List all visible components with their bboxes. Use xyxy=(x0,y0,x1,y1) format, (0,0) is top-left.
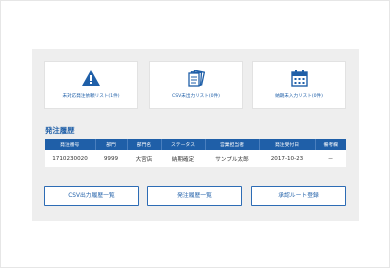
remarks-cell: － xyxy=(315,150,346,167)
card-label: CSV未出力リスト(0件) xyxy=(172,94,220,99)
calendar-icon xyxy=(290,70,308,87)
order-history-title: 発注履歴 xyxy=(45,126,75,135)
card-label: 未対応発注依頼リスト(1件) xyxy=(62,94,120,99)
csv-unexported-list-card[interactable]: CSV未出力リスト(0件) xyxy=(149,61,243,109)
column-header: 発注受付日 xyxy=(259,139,316,150)
order-number-cell[interactable]: 1710230020 xyxy=(45,150,95,167)
column-header: 部門 xyxy=(95,139,128,150)
app-window: 未対応発注依頼リスト(1件) CSV未出力リスト(0件) 納期未入力リスト(0件… xyxy=(0,0,390,268)
csv-output-history-button[interactable]: CSV出力履歴一覧 xyxy=(44,186,139,206)
table-header-row: 発注番号 部門 部門名 ステータス 営業担当者 発注受付日 備考欄 xyxy=(45,139,346,150)
column-header: 発注番号 xyxy=(45,139,96,150)
order-date-cell: 2017-10-23 xyxy=(259,150,315,167)
department-name-cell: 大宮店 xyxy=(127,150,161,167)
column-header: 備考欄 xyxy=(315,139,346,150)
card-label: 納期未入力リスト(0件) xyxy=(275,94,323,99)
delivery-date-missing-card[interactable]: 納期未入力リスト(0件) xyxy=(252,61,346,109)
column-header: 部門名 xyxy=(127,139,162,150)
department-cell: 9999 xyxy=(95,150,127,167)
sales-rep-cell: サンプル太郎 xyxy=(205,150,259,167)
csv-documents-icon xyxy=(188,70,205,87)
table-row[interactable]: 1710230020 9999 大宮店 納期確定 サンプル太郎 2017-10-… xyxy=(45,150,346,167)
approval-route-register-button[interactable]: 承認ルート登録 xyxy=(251,186,346,206)
column-header: 営業担当者 xyxy=(205,139,260,150)
warning-icon xyxy=(82,70,100,86)
order-history-table: 発注番号 部門 部門名 ステータス 営業担当者 発注受付日 備考欄 171023… xyxy=(45,139,346,167)
order-history-list-button[interactable]: 発注履歴一覧 xyxy=(147,186,242,206)
column-header: ステータス xyxy=(161,139,206,150)
status-cell: 納期確定 xyxy=(161,150,205,167)
unhandled-order-requests-card[interactable]: 未対応発注依頼リスト(1件) xyxy=(44,61,138,109)
